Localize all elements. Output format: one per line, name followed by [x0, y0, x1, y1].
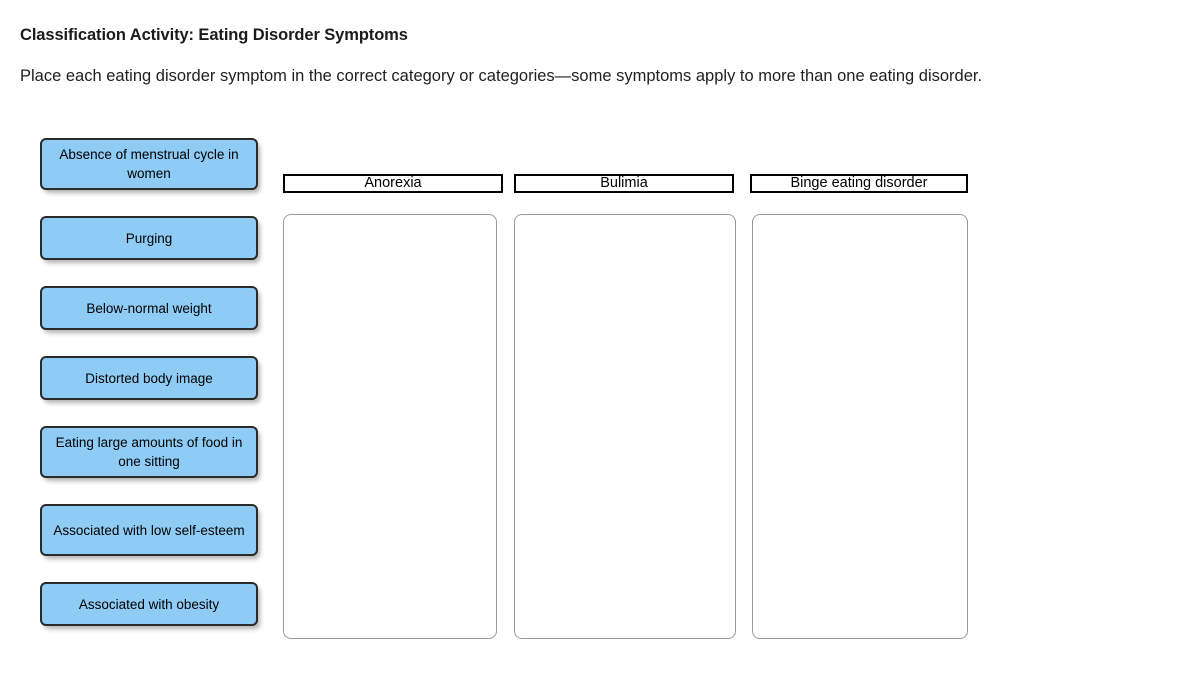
symptom-tile[interactable]: Absence of menstrual cycle in women — [40, 138, 258, 190]
category-header-binge-eating-disorder: Binge eating disorder — [750, 174, 968, 193]
drop-zone-anorexia[interactable] — [283, 214, 497, 639]
drop-zone-binge-eating-disorder[interactable] — [752, 214, 968, 639]
category-column-anorexia: Anorexia — [283, 174, 503, 639]
drop-zone-bulimia[interactable] — [514, 214, 736, 639]
category-column-binge-eating-disorder: Binge eating disorder — [750, 174, 968, 639]
symptom-tile[interactable]: Associated with obesity — [40, 582, 258, 626]
symptom-tile[interactable]: Below-normal weight — [40, 286, 258, 330]
symptom-tile[interactable]: Purging — [40, 216, 258, 260]
symptom-tile[interactable]: Associated with low self-esteem — [40, 504, 258, 556]
category-header-bulimia: Bulimia — [514, 174, 734, 193]
instructions-text: Place each eating disorder symptom in th… — [20, 67, 983, 85]
category-column-bulimia: Bulimia — [514, 174, 736, 639]
page-title: Classification Activity: Eating Disorder… — [20, 26, 408, 44]
symptom-tile[interactable]: Distorted body image — [40, 356, 258, 400]
category-header-anorexia: Anorexia — [283, 174, 503, 193]
symptom-tile[interactable]: Eating large amounts of food in one sitt… — [40, 426, 258, 478]
symptom-tile-tray: Absence of menstrual cycle in women Purg… — [40, 138, 260, 652]
